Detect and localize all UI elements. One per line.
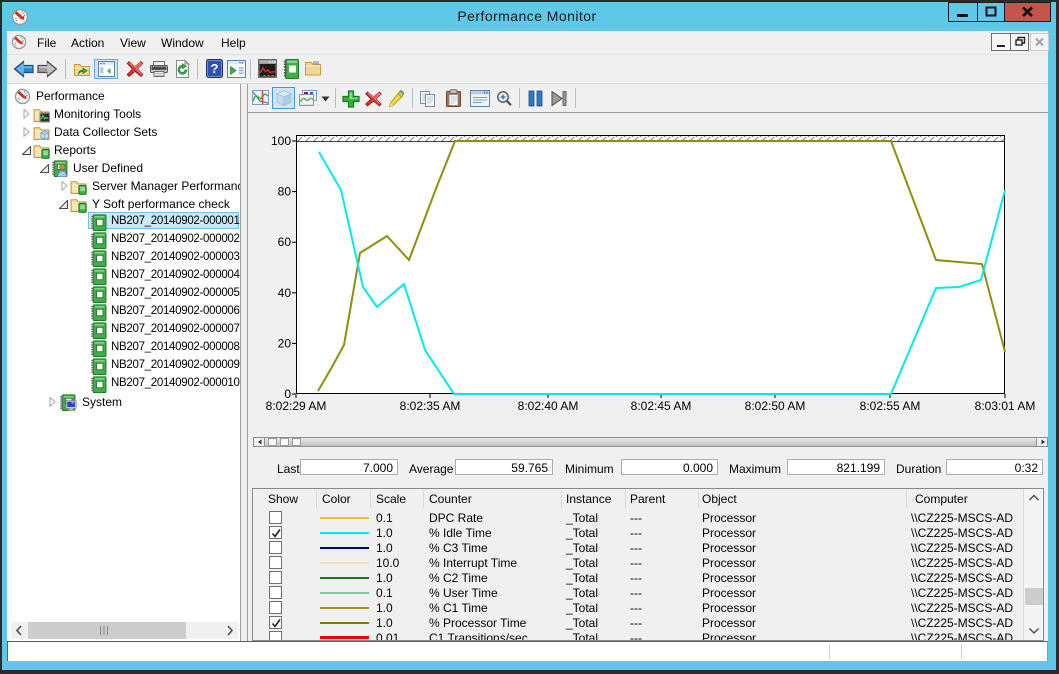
svg-text:60: 60 (278, 235, 292, 249)
svg-text:8:02:35 AM: 8:02:35 AM (400, 399, 461, 413)
svg-text:8:02:40 AM: 8:02:40 AM (518, 399, 579, 413)
svg-text:8:02:45 AM: 8:02:45 AM (631, 399, 692, 413)
svg-text:40: 40 (278, 286, 292, 300)
svg-text:100: 100 (271, 134, 291, 148)
svg-text:8:03:01 AM: 8:03:01 AM (975, 399, 1036, 413)
svg-text:20: 20 (278, 336, 292, 350)
svg-text:8:02:55 AM: 8:02:55 AM (860, 399, 921, 413)
svg-text:8:02:29 AM: 8:02:29 AM (266, 399, 327, 413)
svg-text:8:02:50 AM: 8:02:50 AM (745, 399, 806, 413)
svg-text:80: 80 (278, 185, 292, 199)
svg-text:?: ? (211, 61, 219, 76)
